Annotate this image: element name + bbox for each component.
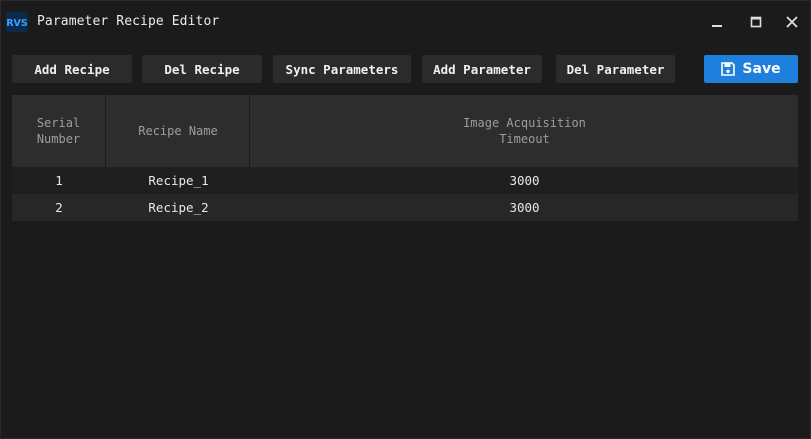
- add-recipe-button[interactable]: Add Recipe: [12, 55, 132, 83]
- column-header-serial-number[interactable]: Serial Number: [12, 95, 106, 167]
- close-icon[interactable]: [783, 13, 801, 31]
- table-row[interactable]: 2 Recipe_2 3000: [12, 194, 798, 221]
- cell-recipe-name[interactable]: Recipe_1: [107, 167, 250, 194]
- column-header-timeout-line2: Timeout: [499, 132, 550, 146]
- cell-image-acquisition-timeout[interactable]: 3000: [251, 194, 798, 221]
- maximize-icon[interactable]: [747, 13, 765, 31]
- minimize-icon[interactable]: [708, 13, 726, 31]
- window-title: Parameter Recipe Editor: [37, 14, 220, 29]
- save-button[interactable]: Save: [704, 55, 798, 83]
- cell-serial-number[interactable]: 1: [12, 167, 106, 194]
- cell-serial-number[interactable]: 2: [12, 194, 106, 221]
- save-label: Save: [742, 61, 781, 77]
- recipe-table: Serial Number Recipe Name Image Acquisit…: [12, 95, 798, 221]
- rvs-logo-icon: RVS: [6, 12, 28, 32]
- cell-recipe-name[interactable]: Recipe_2: [107, 194, 250, 221]
- column-header-recipe-name[interactable]: Recipe Name: [107, 95, 250, 167]
- table-row[interactable]: 1 Recipe_1 3000: [12, 167, 798, 194]
- del-recipe-button[interactable]: Del Recipe: [142, 55, 262, 83]
- logo-text: RVS: [6, 18, 28, 29]
- column-header-image-acquisition-timeout[interactable]: Image Acquisition Timeout: [251, 95, 798, 167]
- column-header-timeout-line1: Image Acquisition: [463, 116, 586, 130]
- add-parameter-button[interactable]: Add Parameter: [422, 55, 542, 83]
- table-header: Serial Number Recipe Name Image Acquisit…: [12, 95, 798, 167]
- del-parameter-button[interactable]: Del Parameter: [556, 55, 675, 83]
- sync-parameters-button[interactable]: Sync Parameters: [273, 55, 411, 83]
- cell-image-acquisition-timeout[interactable]: 3000: [251, 167, 798, 194]
- title-bar[interactable]: RVS Parameter Recipe Editor: [1, 1, 810, 43]
- recipe-editor-window: RVS Parameter Recipe Editor Add Recipe D…: [0, 0, 811, 439]
- floppy-disk-icon: [721, 62, 736, 76]
